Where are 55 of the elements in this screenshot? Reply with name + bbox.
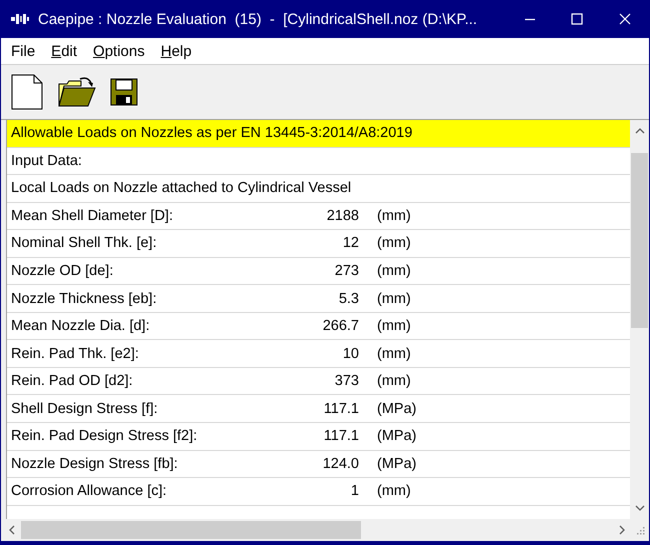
open-folder-icon[interactable] (58, 76, 96, 108)
parameter-value: 117.1 (322, 400, 359, 417)
close-icon (619, 13, 631, 25)
menu-item[interactable]: Options (85, 42, 153, 60)
app-icon (11, 14, 29, 24)
maximize-icon (571, 13, 583, 25)
parameter-value: 2188 (326, 208, 359, 224)
parameter-value: 273 (334, 263, 359, 279)
parameter-value: 1 (350, 483, 359, 500)
menu-item[interactable]: Edit (43, 42, 86, 60)
parameter-value: 373 (334, 373, 359, 390)
save-icon[interactable] (110, 78, 138, 106)
parameter-unit: (mm) (377, 483, 411, 500)
row-text: Input Data: (11, 152, 82, 169)
report-title: Allowable Loads on Nozzles as per EN 13445-3:2014/A8:2019 (11, 125, 412, 142)
parameter-label: Mean Nozzle Dia. [d]: (11, 318, 151, 334)
parameter-value: 5.3 (338, 290, 359, 307)
parameter-unit: (mm) (377, 290, 411, 307)
parameter-label: Nozzle Design Stress [fb]: (11, 456, 179, 472)
parameter-unit: (mm) (377, 235, 411, 252)
scroll-right-icon[interactable] (619, 525, 625, 535)
parameter-label: Corrosion Allowance [c]: (11, 483, 168, 500)
parameter-value: 124.0 (322, 456, 359, 472)
window-title: Caepipe : Nozzle Evaluation (15) - [CylindricalShell.noz (D:\KP... (38, 10, 478, 28)
parameter-unit: (mm) (377, 346, 411, 362)
parameter-unit: (MPa) (377, 456, 416, 472)
row-text: Local Loads on Nozzle attached to Cylindrical Vessel (11, 180, 352, 196)
parameter-label: Nozzle OD [de]: (11, 263, 114, 279)
parameter-label: Shell Design Stress [f]: (11, 400, 159, 417)
parameter-label: Rein. Pad Design Stress [f2]: (11, 428, 198, 444)
new-document-icon[interactable] (10, 74, 44, 110)
parameter-value: 12 (342, 235, 359, 252)
parameter-label: Nominal Shell Thk. [e]: (11, 235, 158, 252)
parameter-unit: (mm) (377, 263, 411, 279)
vertical-scrollbar[interactable] (630, 120, 649, 519)
scroll-up-icon[interactable] (634, 128, 644, 134)
scroll-left-icon[interactable] (9, 525, 15, 535)
scroll-thumb[interactable] (631, 153, 648, 328)
parameter-value: 117.1 (322, 428, 359, 444)
parameter-unit: (MPa) (377, 400, 416, 417)
menu-item[interactable]: File (3, 42, 44, 60)
parameter-label: Rein. Pad Thk. [e2]: (11, 346, 140, 362)
parameter-unit: (mm) (377, 373, 411, 390)
scroll-thumb[interactable] (21, 521, 361, 539)
parameter-unit: (MPa) (377, 428, 416, 444)
parameter-unit: (mm) (377, 318, 411, 334)
scroll-down-icon[interactable] (634, 505, 644, 511)
parameter-label: Rein. Pad OD [d2]: (11, 373, 134, 390)
resize-grip-icon[interactable] (635, 525, 645, 535)
parameter-label: Mean Shell Diameter [D]: (11, 208, 174, 224)
parameter-label: Nozzle Thickness [eb]: (11, 290, 158, 307)
parameter-unit: (mm) (377, 208, 411, 224)
menu-item[interactable]: Help (152, 42, 200, 60)
parameter-value: 10 (342, 346, 359, 362)
parameter-value: 266.7 (322, 318, 359, 334)
